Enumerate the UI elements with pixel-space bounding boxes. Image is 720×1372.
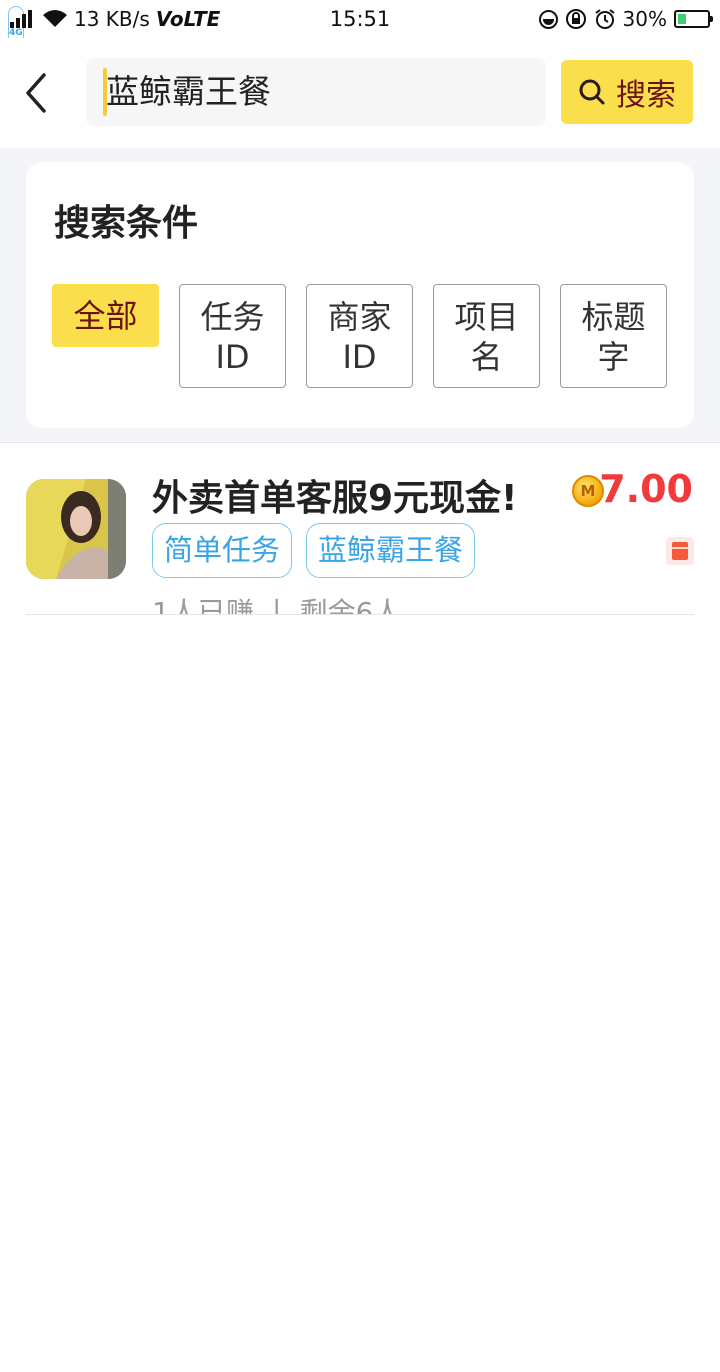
task-list-item[interactable]: 外卖首单客服9元现金! M 7.00 简单任务 蓝鲸霸王餐 1人已赚 丨 剩余6…	[0, 443, 720, 614]
search-input[interactable]: 蓝鲸霸王餐	[86, 58, 546, 126]
conditions-title: 搜索条件	[54, 203, 199, 244]
condition-chip-merchant-id[interactable]: 商家 ID	[306, 284, 413, 388]
search-icon	[579, 79, 605, 105]
condition-chip-title-text[interactable]: 标题 字	[560, 284, 667, 388]
task-title: 外卖首单客服9元现金!	[152, 478, 518, 519]
task-avatar-image	[26, 479, 126, 579]
chip-label: 项目 名	[454, 298, 519, 376]
back-button[interactable]	[16, 68, 56, 118]
task-meta: 1人已赚 丨 剩余6人	[152, 596, 402, 614]
search-header: 蓝鲸霸王餐 搜索	[0, 38, 720, 148]
red-packet-icon	[666, 537, 694, 565]
divider	[26, 614, 694, 615]
condition-chip-all[interactable]: 全部	[52, 284, 159, 347]
chip-label: 任务 ID	[200, 298, 265, 376]
status-right: 30%	[538, 6, 713, 32]
status-bar: 4G 13 KB/s VoLTE 15:51 30%	[0, 0, 720, 61]
coin-label: M	[580, 482, 596, 500]
task-tag: 蓝鲸霸王餐	[306, 523, 475, 578]
search-button-label: 搜索	[616, 78, 676, 113]
search-button[interactable]: 搜索	[561, 60, 693, 124]
rotation-lock-icon	[565, 9, 586, 29]
task-price: 7.00	[599, 467, 693, 511]
battery-percent: 30%	[622, 7, 667, 31]
battery-icon	[674, 10, 713, 28]
condition-chip-project-name[interactable]: 项目 名	[433, 284, 540, 388]
chip-label: 商家 ID	[327, 298, 392, 376]
do-not-disturb-icon	[538, 9, 558, 29]
search-conditions-card: 搜索条件 全部 任务 ID 商家 ID 项目 名 标题 字	[26, 162, 694, 428]
alarm-icon	[594, 9, 615, 29]
chevron-left-icon	[26, 73, 46, 113]
task-tag: 简单任务	[152, 523, 292, 578]
search-input-value: 蓝鲸霸王餐	[106, 72, 271, 111]
portrait-image	[26, 479, 126, 579]
chip-label: 标题 字	[581, 298, 646, 376]
condition-chip-task-id[interactable]: 任务 ID	[179, 284, 286, 388]
chip-label: 全部	[73, 297, 138, 335]
